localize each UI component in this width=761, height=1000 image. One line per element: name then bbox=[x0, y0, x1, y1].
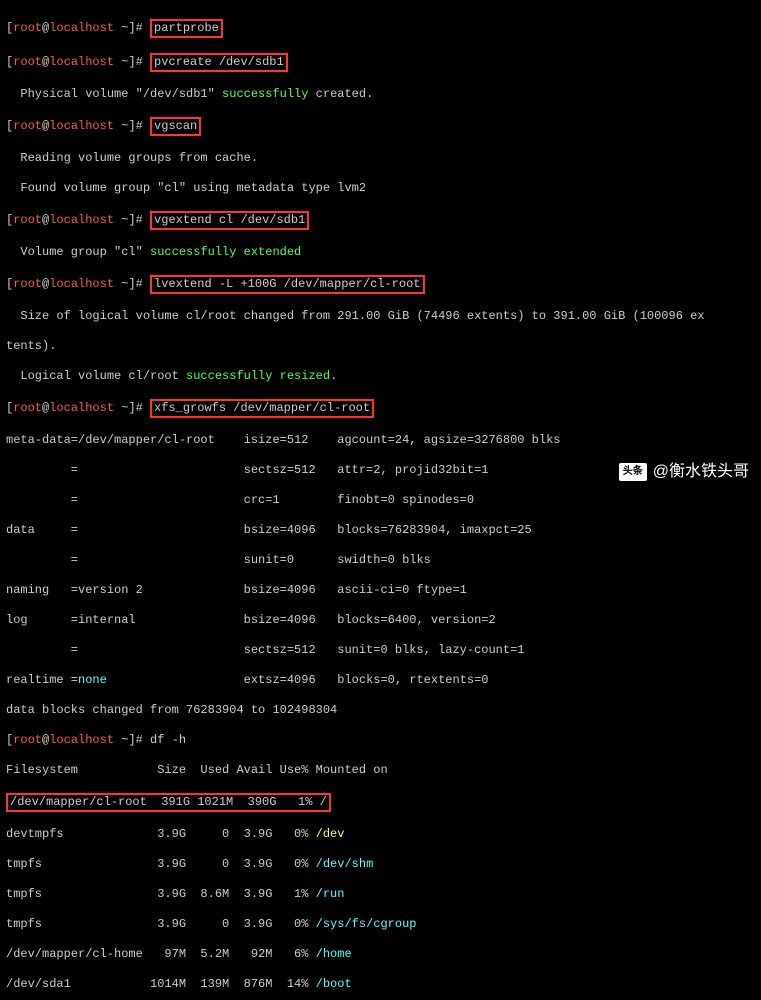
cmd-vgscan: vgscan bbox=[150, 117, 201, 136]
cmd-vgextend: vgextend cl /dev/sdb1 bbox=[150, 211, 309, 230]
xfs-meta: meta-data=/dev/mapper/cl-root isize=512 … bbox=[6, 433, 755, 448]
watermark: 头条 @衡水铁头哥 bbox=[619, 462, 749, 482]
df-root-row: /dev/mapper/cl-root 391G 1021M 390G 1% / bbox=[6, 793, 331, 812]
toutiao-icon: 头条 bbox=[619, 463, 647, 481]
watermark-text: @衡水铁头哥 bbox=[653, 462, 749, 482]
cmd-pvcreate: pvcreate /dev/sdb1 bbox=[150, 53, 288, 72]
terminal-output: [root@localhost ~]# partprobe [root@loca… bbox=[0, 0, 761, 1000]
cmd-partprobe: partprobe bbox=[150, 19, 223, 38]
prompt-user: root bbox=[13, 21, 42, 35]
cmd-df: df -h bbox=[150, 733, 186, 747]
cmd-lvextend: lvextend -L +100G /dev/mapper/cl-root bbox=[150, 275, 424, 294]
cmd-xfsgrowfs: xfs_growfs /dev/mapper/cl-root bbox=[150, 399, 374, 418]
